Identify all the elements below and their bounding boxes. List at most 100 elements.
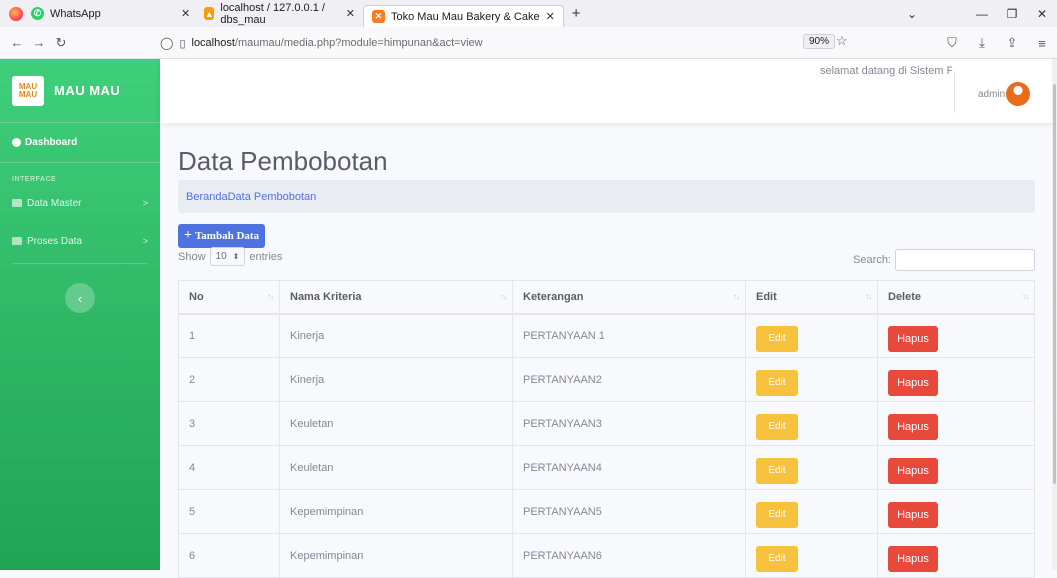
- chevron-right-icon: >: [142, 198, 148, 208]
- shield-icon[interactable]: ◯: [160, 36, 173, 50]
- entries-select[interactable]: 10 ⬍: [209, 247, 246, 266]
- xampp-icon: ✕: [372, 10, 385, 23]
- whatsapp-icon: ✆: [31, 7, 44, 20]
- breadcrumb-text[interactable]: BerandaData Pembobotan: [186, 191, 316, 203]
- cell-delete: Hapus: [877, 313, 1035, 358]
- download-icon[interactable]: ⤓: [967, 35, 997, 51]
- sidebar-toggle-button[interactable]: ‹: [65, 283, 95, 313]
- breadcrumb[interactable]: BerandaData Pembobotan: [178, 180, 1035, 213]
- column-header-label: No: [189, 290, 204, 303]
- entries-control: Show 10 ⬍ entries: [178, 247, 282, 266]
- topbar-divider: [954, 71, 955, 113]
- sidebar-item-proses-data[interactable]: Proses Data >: [0, 219, 160, 263]
- table-body: 1 Kinerja PERTANYAAN 1 Edit Hapus 2 Kinerja PER…: [178, 313, 1035, 578]
- reload-icon[interactable]: ↻: [50, 35, 72, 51]
- entries-label: entries: [249, 250, 283, 263]
- edit-button[interactable]: Edit: [756, 413, 798, 440]
- restore-icon[interactable]: ❐: [997, 7, 1027, 21]
- new-tab-button[interactable]: +: [572, 5, 581, 22]
- table-row: 4 Keuletan PERTANYAAN4 Edit Hapus: [178, 445, 1035, 490]
- table-row: 1 Kinerja PERTANYAAN 1 Edit Hapus: [178, 313, 1035, 358]
- cell-keterangan: PERTANYAAN 1: [512, 313, 746, 358]
- back-icon[interactable]: ←: [6, 35, 28, 50]
- cell-nama-kriteria: Kinerja: [279, 357, 513, 402]
- delete-button[interactable]: Hapus: [888, 457, 938, 484]
- delete-button[interactable]: Hapus: [888, 501, 938, 528]
- cell-edit: Edit: [745, 357, 878, 402]
- url-host: localhost: [191, 37, 235, 49]
- cell-edit: Edit: [745, 489, 878, 534]
- sidebar-brand[interactable]: MAU MAU MAU MAU: [0, 59, 160, 123]
- cell-no: 3: [178, 401, 280, 446]
- close-icon[interactable]: ✕: [346, 7, 355, 20]
- forward-icon[interactable]: →: [28, 35, 50, 50]
- column-header-delete[interactable]: Delete ↑↓: [877, 280, 1035, 315]
- page-scrollbar[interactable]: [1052, 59, 1057, 570]
- sort-icon: ↑↓: [733, 292, 740, 301]
- brand-logo: MAU MAU: [12, 75, 44, 106]
- sidebar-item-data-master[interactable]: Data Master >: [0, 187, 160, 219]
- search-control: Search:: [853, 249, 1035, 271]
- bookmark-star-icon[interactable]: ☆: [836, 33, 848, 49]
- menu-icon[interactable]: ≡: [1027, 36, 1057, 51]
- delete-button[interactable]: Hapus: [888, 545, 938, 572]
- sidebar-item-dashboard[interactable]: Dashboard: [0, 123, 160, 163]
- cell-nama-kriteria: Kinerja: [279, 313, 513, 358]
- column-header-edit[interactable]: Edit ↑↓: [745, 280, 878, 315]
- sidebar: MAU MAU MAU MAU Dashboard INTERFACE Data…: [0, 59, 160, 570]
- chevron-right-icon: >: [142, 236, 148, 246]
- sidebar-item-label: Proses Data: [27, 235, 83, 247]
- delete-button[interactable]: Hapus: [888, 413, 938, 440]
- welcome-text: selamat datang di Sistem Pendukung Keput…: [820, 65, 952, 77]
- tab-toko-mau-mau[interactable]: ✕ Toko Mau Mau Bakery & Cake ✕: [363, 5, 564, 27]
- edit-button[interactable]: Edit: [756, 457, 798, 484]
- browser-nav-bar: ← → ↻ ◯ ▯ localhost/maumau/media.php?mod…: [0, 27, 1057, 59]
- list-tabs-icon[interactable]: ⌄: [897, 7, 927, 21]
- tab-phpmyadmin[interactable]: ✕ ▲ localhost / 127.0.0.1 / dbs_mau ✕: [173, 0, 363, 27]
- delete-button[interactable]: Hapus: [888, 325, 938, 352]
- cell-no: 1: [178, 313, 280, 358]
- plus-icon: +: [184, 228, 192, 243]
- sort-icon: ↑↓: [500, 292, 507, 301]
- zoom-level[interactable]: 90%: [803, 34, 836, 49]
- edit-button[interactable]: Edit: [756, 501, 798, 528]
- column-header-nama-kriteria[interactable]: Nama Kriteria ↑↓: [279, 280, 513, 315]
- address-bar[interactable]: ◯ ▯ localhost/maumau/media.php?module=hi…: [160, 31, 840, 55]
- brand-logo-text: MAU MAU: [18, 81, 38, 99]
- sidebar-heading: INTERFACE: [12, 176, 57, 183]
- column-header-label: Keterangan: [523, 290, 584, 303]
- column-header-no[interactable]: No ↑↓: [178, 280, 280, 315]
- scrollbar-thumb[interactable]: [1053, 84, 1056, 484]
- user-name[interactable]: admin: [978, 89, 1005, 100]
- cell-nama-kriteria: Kepemimpinan: [279, 533, 513, 578]
- avatar[interactable]: [1006, 82, 1030, 106]
- column-header-label: Delete: [888, 290, 922, 303]
- column-header-keterangan[interactable]: Keterangan ↑↓: [512, 280, 746, 315]
- delete-button[interactable]: Hapus: [888, 369, 938, 396]
- pocket-icon[interactable]: ⛉: [937, 35, 967, 51]
- window-controls: ⌄ — ❐ ✕: [897, 0, 1057, 27]
- tab-whatsapp[interactable]: ✆ WhatsApp: [23, 0, 173, 27]
- close-window-icon[interactable]: ✕: [1027, 7, 1057, 21]
- cell-no: 4: [178, 445, 280, 490]
- close-icon[interactable]: ✕: [181, 7, 190, 20]
- add-data-button[interactable]: + Tambah Data: [178, 224, 266, 248]
- table-row: 6 Kepemimpinan PERTANYAAN6 Edit Hapus: [178, 533, 1035, 578]
- sort-icon: ↑↓: [267, 292, 274, 301]
- cell-no: 5: [178, 489, 280, 534]
- cell-keterangan: PERTANYAAN4: [512, 445, 746, 490]
- cell-nama-kriteria: Keuletan: [279, 401, 513, 446]
- cell-nama-kriteria: Kepemimpinan: [279, 489, 513, 534]
- table-header-row: No ↑↓ Nama Kriteria ↑↓ Keterangan ↑↓ Edit ↑↓…: [178, 280, 1035, 315]
- close-icon[interactable]: ✕: [546, 10, 555, 23]
- edit-button[interactable]: Edit: [756, 325, 798, 352]
- edit-button[interactable]: Edit: [756, 369, 798, 396]
- dashboard-icon: [12, 138, 21, 147]
- search-input[interactable]: [895, 249, 1035, 271]
- edit-button[interactable]: Edit: [756, 545, 798, 572]
- table-controls: Show 10 ⬍ entries Search:: [178, 247, 1035, 272]
- extensions-icon[interactable]: ⇪: [997, 35, 1027, 51]
- minimize-icon[interactable]: —: [967, 7, 997, 21]
- tab-label: localhost / 127.0.0.1 / dbs_mau: [220, 1, 325, 26]
- search-label: Search:: [853, 254, 891, 266]
